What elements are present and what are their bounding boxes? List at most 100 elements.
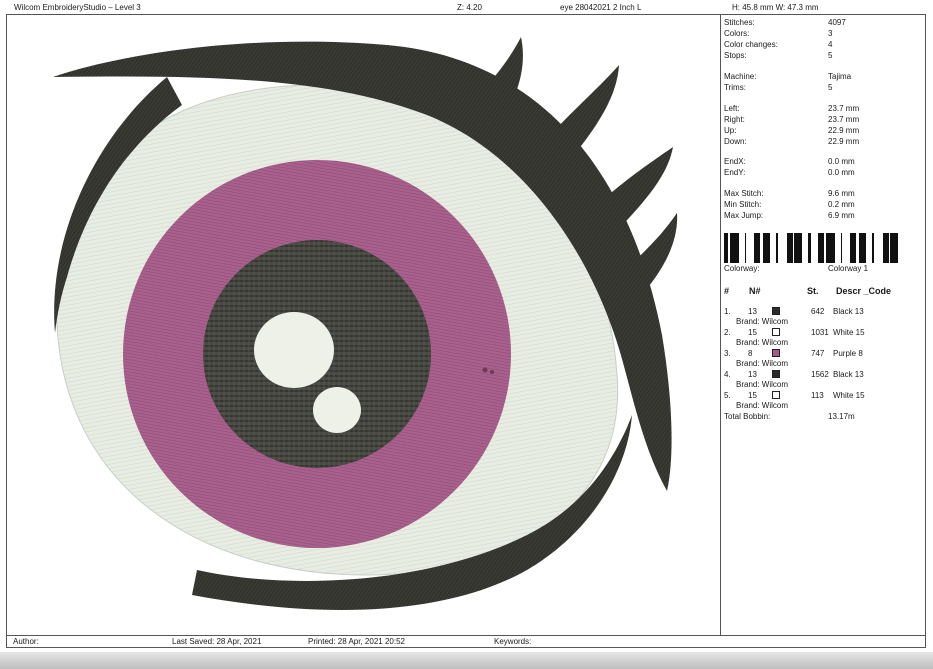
barcode-bar bbox=[884, 233, 886, 263]
col-header-stitches: St. bbox=[807, 286, 819, 296]
barcode-bar bbox=[776, 233, 778, 263]
colorway-row: Colorway: Colorway 1 bbox=[724, 264, 924, 274]
barcode-bar bbox=[758, 233, 760, 263]
thread-number: 13 bbox=[748, 370, 757, 379]
barcode-bar bbox=[733, 233, 734, 263]
barcode-bar bbox=[886, 233, 889, 263]
stat-label: Colors: bbox=[724, 29, 750, 38]
design-name: eye 28042021 2 Inch L bbox=[560, 3, 642, 12]
color-index: 5. bbox=[724, 391, 731, 400]
thread-brand: Brand: Wilcom bbox=[736, 359, 789, 368]
barcode-bar bbox=[724, 233, 727, 263]
barcode-bar bbox=[832, 233, 835, 263]
thread-description: Black 13 bbox=[833, 370, 864, 379]
barcode-bar bbox=[754, 233, 757, 263]
color-swatch bbox=[772, 328, 780, 336]
stat-row: Stops: 5 bbox=[724, 51, 924, 61]
design-dimensions: H: 45.8 mm W: 47.3 mm bbox=[732, 3, 819, 12]
keywords-label: Keywords: bbox=[494, 637, 532, 646]
barcode-bar bbox=[736, 233, 739, 263]
barcode-bar bbox=[794, 233, 796, 263]
barcode-bar bbox=[826, 233, 829, 263]
barcode-bar bbox=[757, 233, 758, 263]
stat-value: 23.7 mm bbox=[828, 115, 860, 124]
stat-row: Up: 22.9 mm bbox=[724, 126, 924, 136]
thread-number: 15 bbox=[748, 328, 757, 337]
color-index: 2. bbox=[724, 328, 731, 337]
barcode-bar bbox=[796, 233, 799, 263]
stat-value: 3 bbox=[828, 29, 833, 38]
barcode-bar bbox=[895, 233, 896, 263]
stat-row: Right: 23.7 mm bbox=[724, 115, 924, 125]
barcode-bar bbox=[799, 233, 800, 263]
barcode-bar bbox=[808, 233, 811, 263]
barcode-bar bbox=[766, 233, 769, 263]
thread-description: White 15 bbox=[833, 328, 865, 337]
barcode-bar bbox=[823, 233, 824, 263]
thread-brand: Brand: Wilcom bbox=[736, 401, 789, 410]
barcode-bar bbox=[763, 233, 764, 263]
stat-value: 23.7 mm bbox=[828, 104, 860, 113]
thread-brand: Brand: Wilcom bbox=[736, 338, 789, 347]
barcode-bar bbox=[890, 233, 892, 263]
stat-value: 22.9 mm bbox=[828, 137, 860, 146]
barcode-bar bbox=[853, 233, 854, 263]
thread-brand: Brand: Wilcom bbox=[736, 317, 789, 326]
stitch-count: 747 bbox=[811, 349, 825, 358]
stat-row: Trims: 5 bbox=[724, 83, 924, 93]
report-footer: Author: Last Saved: 28 Apr, 2021 Printed… bbox=[6, 636, 926, 648]
stat-label: Left: bbox=[724, 104, 740, 113]
stat-value: 22.9 mm bbox=[828, 126, 860, 135]
barcode-bar bbox=[727, 233, 728, 263]
design-barcode bbox=[724, 233, 898, 263]
color-swatch bbox=[772, 349, 780, 357]
stat-label: EndY: bbox=[724, 168, 746, 177]
total-bobbin-value: 13.17m bbox=[828, 412, 855, 421]
stat-row: Colors: 3 bbox=[724, 29, 924, 39]
stat-label: Stops: bbox=[724, 51, 747, 60]
stat-value: 4 bbox=[828, 40, 833, 49]
colorway-value: Colorway 1 bbox=[828, 264, 869, 273]
thread-description: Black 13 bbox=[833, 307, 864, 316]
barcode-bar bbox=[787, 233, 788, 263]
barcode-bar bbox=[820, 233, 823, 263]
stat-value: 5 bbox=[828, 51, 833, 60]
barcode-bar bbox=[829, 233, 830, 263]
stat-label: Up: bbox=[724, 126, 737, 135]
thread-number: 13 bbox=[748, 307, 757, 316]
stat-row: Max Stitch: 9.6 mm bbox=[724, 189, 924, 199]
zoom-level: Z: 4.20 bbox=[457, 3, 482, 12]
stat-row: Color changes: 4 bbox=[724, 40, 924, 50]
stat-row: Left: 23.7 mm bbox=[724, 104, 924, 114]
stat-value: 5 bbox=[828, 83, 833, 92]
barcode-bar bbox=[745, 233, 746, 263]
stat-row: Down: 22.9 mm bbox=[724, 137, 924, 147]
stitch-count: 113 bbox=[811, 391, 824, 400]
barcode-bar bbox=[734, 233, 736, 263]
barcode-bar bbox=[865, 233, 866, 263]
highlight-small bbox=[313, 387, 361, 433]
stat-value: 9.6 mm bbox=[828, 189, 855, 198]
barcode-bar bbox=[872, 233, 874, 263]
stat-label: Color changes: bbox=[724, 40, 778, 49]
stat-label: Stitches: bbox=[724, 18, 755, 27]
highlight-large bbox=[254, 312, 334, 388]
thread-description: Purple 8 bbox=[833, 349, 863, 358]
stat-row: Max Jump: 6.9 mm bbox=[724, 211, 924, 221]
barcode-bar bbox=[730, 233, 733, 263]
barcode-bar bbox=[788, 233, 790, 263]
thread-number: 15 bbox=[748, 391, 757, 400]
stat-label: EndX: bbox=[724, 157, 746, 166]
stat-value: 4097 bbox=[828, 18, 846, 27]
thread-number: 8 bbox=[748, 349, 753, 358]
total-bobbin-row: Total Bobbin: 13.17m bbox=[724, 412, 924, 422]
stat-value: 6.9 mm bbox=[828, 211, 855, 220]
stat-label: Min Stitch: bbox=[724, 200, 762, 209]
stitch-count: 1562 bbox=[811, 370, 829, 379]
barcode-bar bbox=[883, 233, 884, 263]
last-saved: Last Saved: 28 Apr, 2021 bbox=[172, 637, 262, 646]
barcode-bar bbox=[860, 233, 862, 263]
design-preview bbox=[53, 37, 678, 610]
stat-row: EndX: 0.0 mm bbox=[724, 157, 924, 167]
stat-label: Max Stitch: bbox=[724, 189, 764, 198]
